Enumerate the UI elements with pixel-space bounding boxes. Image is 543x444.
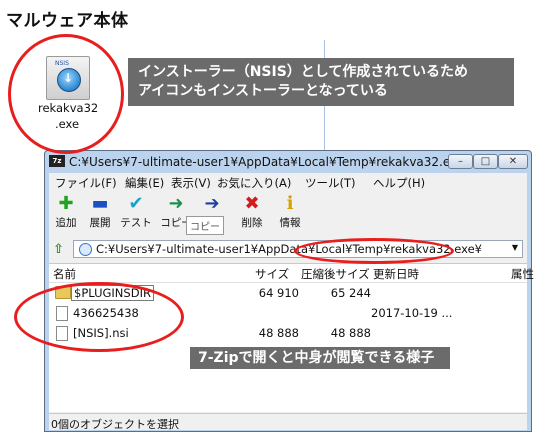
address-bar: ⇧ C:¥Users¥7-ultimate-user1¥AppData¥Loca… [49,239,527,261]
sevenzip-callout: 7-Zipで開くと中身が閲覧できる様子 [190,347,450,369]
column-modified[interactable]: 更新日時 [373,266,419,282]
installer-callout: インストーラー（NSIS）として作成されているため アイコンもインストーラーとな… [128,58,514,106]
minimize-icon: – [458,156,463,167]
delete-button[interactable]: ✖ 削除 [235,193,269,230]
up-folder-icon[interactable]: ⇧ [53,242,64,257]
delete-label: 削除 [241,217,263,229]
file-modified: 2017-10-19 ... [371,306,453,320]
contents-highlight-ellipse [14,282,184,352]
window-title: C:¥Users¥7-ultimate-user1¥AppData¥Local¥… [69,155,472,169]
icon-highlight-ellipse [8,34,124,154]
close-button[interactable]: ✕ [498,154,528,169]
delete-x-icon: ✖ [244,193,260,214]
installer-callout-line2: アイコンもインストーラーとなっている [138,83,388,99]
minus-icon: ▬ [91,193,109,214]
file-packed-size: 65 244 [330,286,371,300]
minimize-button[interactable]: – [448,154,473,169]
chevron-down-icon[interactable]: ▼ [512,243,518,252]
menu-bar: ファイル(F) 編集(E) 表示(V) お気に入り(A) ツール(T) ヘルプ(… [49,173,527,191]
status-bar: 0個のオブジェクトを選択 [49,413,527,431]
check-icon: ✔ [128,193,144,214]
add-label: 追加 [55,217,77,229]
column-size[interactable]: サイズ [255,266,289,282]
plus-icon: ✚ [58,193,74,214]
file-size: 48 888 [258,326,299,340]
menu-favorites[interactable]: お気に入り(A) [217,175,291,191]
extract-button[interactable]: ▬ 展開 [83,193,117,230]
copy-tooltip: コピー [186,216,224,235]
file-size: 64 910 [258,286,299,300]
add-button[interactable]: ✚ 追加 [49,193,83,230]
menu-tools[interactable]: ツール(T) [305,175,356,191]
menu-file[interactable]: ファイル(F) [55,175,117,191]
menu-edit[interactable]: 編集(E) [125,175,164,191]
path-highlight-ellipse [294,238,454,264]
extract-label: 展開 [89,217,111,229]
menu-view[interactable]: 表示(V) [171,175,211,191]
copy-arrow-icon: ➜ [168,193,184,214]
path-icon [79,243,92,256]
page-heading: マルウェア本体 [6,11,129,31]
file-list-header: 名前 サイズ 圧縮後サイズ 更新日時 属性 [49,264,534,283]
file-packed-size: 48 888 [330,326,371,340]
info-button[interactable]: ℹ 情報 [273,193,307,230]
sevenzip-app-icon: 7z [49,155,65,167]
info-label: 情報 [279,217,301,229]
maximize-icon: □ [480,156,491,167]
maximize-button[interactable]: □ [473,154,498,169]
installer-callout-line1: インストーラー（NSIS）として作成されているため [138,64,468,80]
column-name[interactable]: 名前 [53,266,76,282]
window-titlebar[interactable]: 7z C:¥Users¥7-ultimate-user1¥AppData¥Loc… [45,151,531,173]
test-button[interactable]: ✔ テスト [119,193,153,230]
info-icon: ℹ [286,193,294,214]
column-packed-size[interactable]: 圧縮後サイズ [301,266,370,282]
column-attributes[interactable]: 属性 [511,266,534,282]
toolbar: ✚ 追加 ▬ 展開 ✔ テスト ➜ コピー ➔ 移動 ✖ 削除 [49,193,527,239]
menu-help[interactable]: ヘルプ(H) [373,175,425,191]
test-label: テスト [120,217,152,229]
move-arrow-icon: ➔ [204,193,220,214]
close-icon: ✕ [508,156,518,167]
status-text: 0個のオブジェクトを選択 [51,418,179,431]
